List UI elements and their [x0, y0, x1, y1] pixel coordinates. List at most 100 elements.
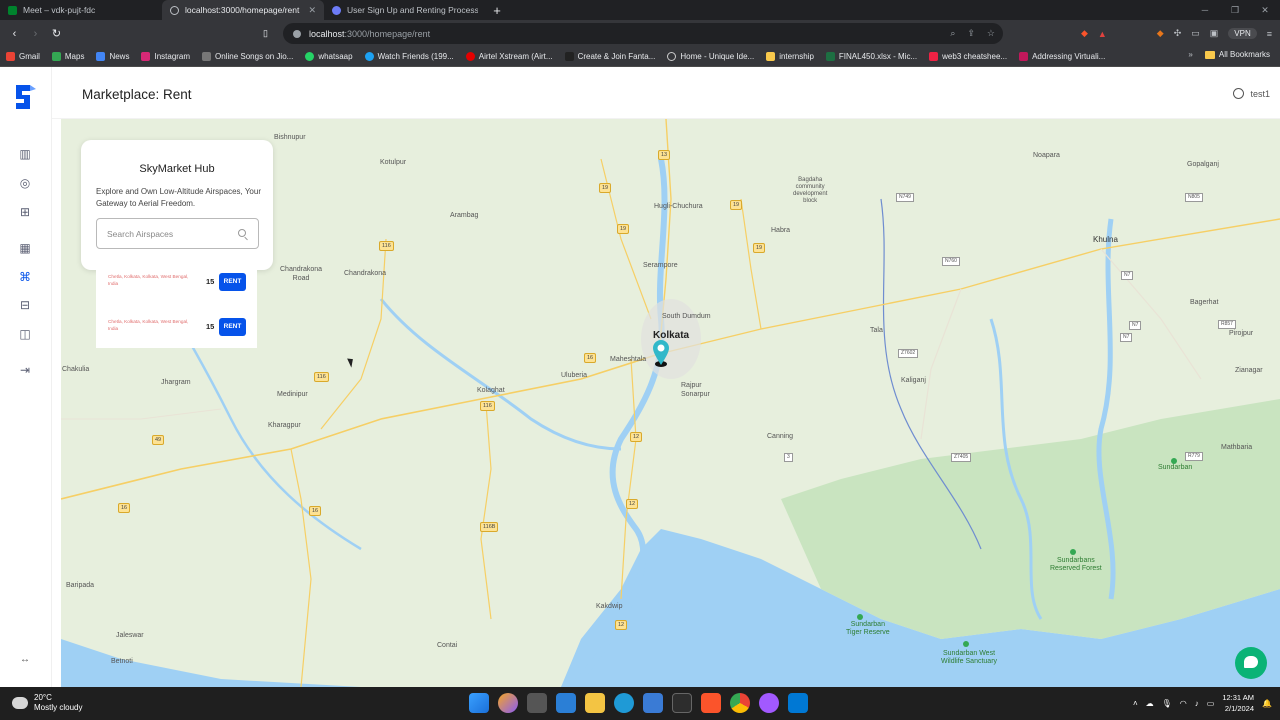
maximize-icon[interactable]: ❐	[1220, 0, 1250, 20]
mic-icon[interactable]: 🎙	[1162, 699, 1172, 708]
tab-docs[interactable]: User Sign Up and Renting Process	[324, 0, 486, 20]
zoom-icon[interactable]: ⌕	[950, 28, 955, 39]
portfolio-icon[interactable]: ⊟	[18, 298, 32, 312]
close-window-icon[interactable]: ✕	[1250, 0, 1280, 20]
route-marker: N7	[1121, 271, 1134, 280]
collapse-sidebar-icon[interactable]: ↔	[20, 654, 30, 665]
taskbar: 20°C Mostly cloudy ˄ ☁ 🎙 ◠ ♪ ▭ 12:31 AM …	[0, 687, 1280, 720]
listing-address: Chetla, Kolkata, Kolkata, West Bengal, I…	[108, 319, 189, 331]
search-icon[interactable]	[238, 229, 246, 237]
mail-icon[interactable]	[556, 693, 576, 713]
bookmark-item[interactable]: Home - Unique Ide...	[667, 52, 754, 61]
bookmark-item[interactable]: Maps	[51, 52, 84, 61]
terminal-icon[interactable]	[672, 693, 692, 713]
highway-shield: 19	[730, 200, 743, 210]
rent-button[interactable]: RENT	[219, 318, 246, 336]
forward-icon[interactable]: ›	[25, 28, 46, 40]
bookmark-item[interactable]: News	[96, 52, 129, 61]
route-marker: N749	[896, 193, 914, 202]
figma-icon[interactable]	[759, 693, 779, 713]
share-icon[interactable]: ⇪	[967, 28, 975, 39]
map-label-rajpur: Rajpur Sonarpur	[681, 382, 710, 398]
notification-icon[interactable]: 🔔	[1262, 699, 1272, 708]
wifi-icon[interactable]: ◠	[1180, 699, 1187, 708]
map-label-uluberia: Uluberia	[561, 372, 588, 379]
dashboard-icon[interactable]: ▥	[18, 147, 32, 161]
jio-icon	[202, 52, 212, 61]
new-tab-button[interactable]: +	[486, 0, 508, 20]
close-tab-icon[interactable]: ✕	[308, 5, 316, 16]
search-airspaces-input[interactable]	[107, 226, 227, 242]
clock[interactable]: 12:31 AM 2/1/2024	[1222, 692, 1254, 714]
vpn-button[interactable]: VPN	[1228, 28, 1257, 39]
menu-icon[interactable]: ≡	[1267, 29, 1272, 39]
chrome-icon[interactable]	[730, 693, 750, 713]
volume-icon[interactable]: ♪	[1195, 699, 1199, 708]
highway-shield: 16	[309, 506, 322, 516]
bookmark-item[interactable]: Online Songs on Jio...	[202, 52, 293, 61]
bookmark-item[interactable]: Addressing Virtuali...	[1019, 52, 1105, 61]
highway-shield: 16	[584, 353, 597, 363]
bookmark-item[interactable]: Airtel Xstream (Airt...	[465, 52, 553, 61]
copilot-icon[interactable]	[498, 693, 518, 713]
bookmark-item[interactable]: Watch Friends (199...	[364, 52, 454, 61]
highway-shield: 13	[658, 150, 671, 160]
start-icon[interactable]	[469, 693, 489, 713]
bookmark-item[interactable]: internship	[766, 52, 814, 61]
marketplace-icon[interactable]: ⌘	[18, 270, 32, 284]
airspace-marker[interactable]	[652, 339, 670, 367]
panel-subtitle: Explore and Own Low-Altitude Airspaces, …	[96, 187, 261, 208]
edge-icon[interactable]	[614, 693, 634, 713]
wallet-icon[interactable]: ◫	[18, 327, 32, 341]
bookmark-icon[interactable]: ▯	[255, 28, 276, 39]
map-label-noapara: Noapara	[1033, 152, 1060, 159]
back-icon[interactable]: ‹	[4, 28, 25, 40]
skymarket-logo[interactable]	[12, 83, 38, 111]
minimize-icon[interactable]: ─	[1190, 0, 1220, 20]
store-icon[interactable]	[643, 693, 663, 713]
vscode-icon[interactable]	[788, 693, 808, 713]
bookmark-item[interactable]: Gmail	[6, 52, 40, 61]
battery-icon[interactable]: ▭	[1207, 699, 1215, 708]
highway-shield: 116B	[480, 522, 499, 532]
file-explorer-icon[interactable]	[585, 693, 605, 713]
instagram-icon	[141, 52, 151, 61]
bookmark-item[interactable]: FINAL450.xlsx - Mic...	[825, 52, 917, 61]
gift-icon[interactable]: ⊞	[18, 205, 32, 219]
bookmark-item[interactable]: web3 cheatshee...	[929, 52, 1007, 61]
site-info-icon[interactable]	[293, 29, 301, 38]
brave-icon[interactable]	[701, 693, 721, 713]
star-icon[interactable]: ☆	[987, 28, 995, 39]
rent-button[interactable]: RENT	[219, 273, 246, 291]
task-view-icon[interactable]	[527, 693, 547, 713]
sidebar-icon[interactable]: ▭	[1191, 28, 1200, 39]
map-label-chakulia: Chakulia	[62, 366, 90, 373]
globe-icon[interactable]: ◎	[18, 176, 32, 190]
weather-widget[interactable]: 20°C Mostly cloudy	[10, 693, 82, 713]
logout-icon[interactable]: ⇥	[18, 363, 32, 377]
onedrive-icon[interactable]: ☁	[1146, 699, 1154, 708]
user-menu[interactable]: test1	[1233, 88, 1270, 99]
map-label-khulna: Khulna	[1093, 235, 1118, 244]
tab-localhost[interactable]: localhost:3000/homepage/rent ✕	[162, 0, 324, 20]
url-field[interactable]: localhost:3000/homepage/rent ⌕ ⇪ ☆	[283, 23, 1003, 44]
map-icon[interactable]: ▦	[18, 241, 32, 255]
reload-icon[interactable]: ↻	[46, 27, 67, 40]
chevron-up-icon[interactable]: ˄	[1133, 699, 1138, 708]
tab-meet[interactable]: Meet – vdk-pujt-fdc	[0, 0, 162, 20]
bookmark-item[interactable]: Create & Join Fanta...	[564, 52, 655, 61]
extensions-icon[interactable]: ✣	[1174, 28, 1182, 39]
highway-shield: 12	[630, 432, 643, 442]
clock-time: 12:31 AM	[1222, 693, 1255, 702]
wallet-icon[interactable]: ▣	[1210, 28, 1219, 39]
map-label-bishnupur: Bishnupur	[274, 134, 306, 141]
highway-shield: 12	[626, 499, 639, 509]
metamask-icon[interactable]: ◆	[1157, 28, 1164, 39]
bookmark-item[interactable]: whatsaap	[305, 52, 353, 61]
bookmark-item[interactable]: Instagram	[141, 52, 190, 61]
route-marker: N805	[1185, 193, 1203, 202]
brave-shield-icon[interactable]: ◆	[1081, 28, 1088, 39]
brave-rewards-icon[interactable]: ▲	[1098, 29, 1107, 39]
all-bookmarks-button[interactable]: » All Bookmarks	[1188, 50, 1270, 59]
chat-widget-icon[interactable]	[1235, 647, 1267, 679]
